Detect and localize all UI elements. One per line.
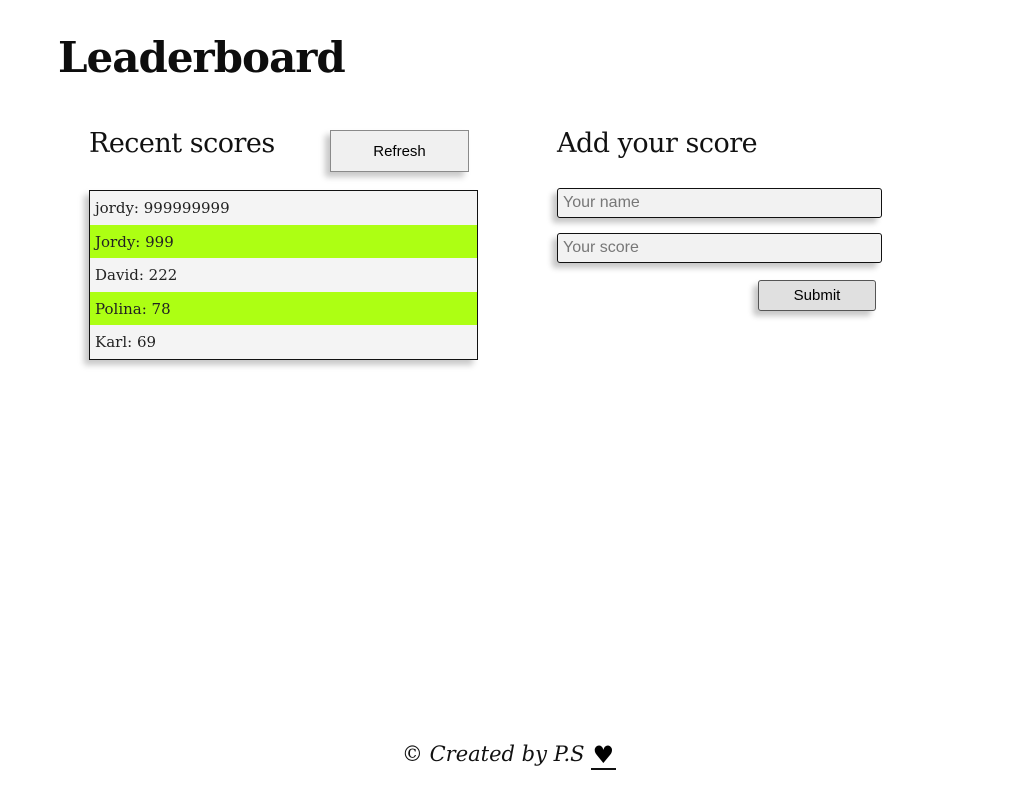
score-row: Polina: 78	[90, 291, 477, 326]
score-row: David: 222	[90, 258, 477, 292]
heart-icon: ♥	[590, 741, 617, 770]
footer: © Created by P.S ♥	[0, 742, 1021, 770]
footer-credit: © Created by P.S	[401, 742, 585, 766]
score-row: Jordy: 999	[90, 224, 477, 259]
page-title: Leaderboard	[58, 33, 346, 82]
name-input[interactable]	[557, 188, 882, 218]
recent-scores-title: Recent scores	[89, 128, 275, 159]
score-row: Karl: 69	[90, 325, 477, 359]
refresh-button[interactable]: Refresh	[330, 130, 469, 172]
score-input[interactable]	[557, 233, 882, 263]
submit-button[interactable]: Submit	[758, 280, 876, 311]
scores-list: jordy: 999999999 Jordy: 999 David: 222 P…	[89, 190, 478, 360]
add-score-title: Add your score	[557, 128, 758, 159]
score-row: jordy: 999999999	[90, 191, 477, 225]
